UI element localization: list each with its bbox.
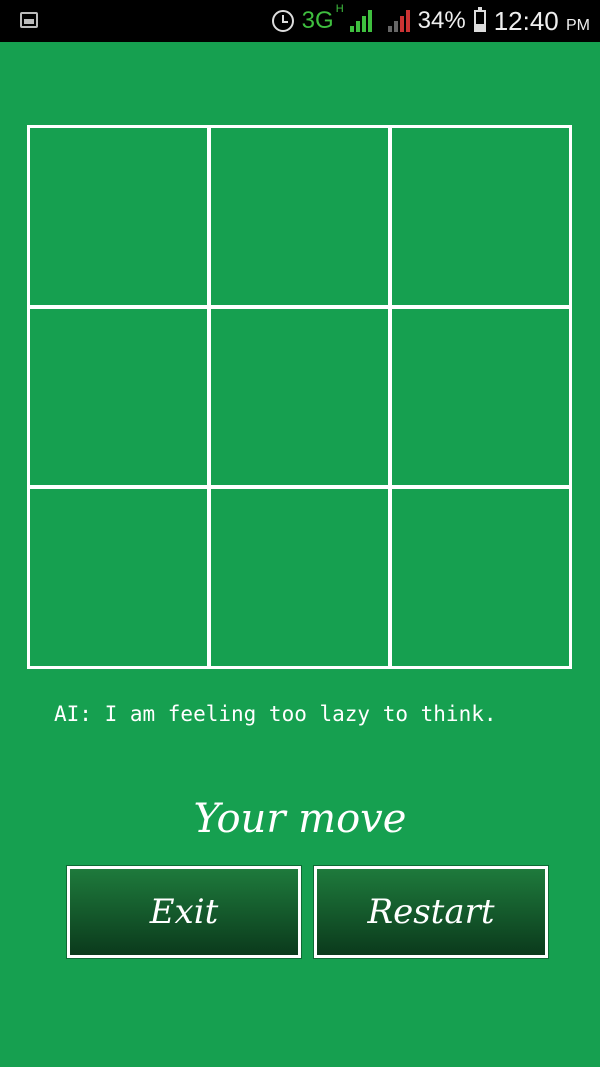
ai-message: AI: I am feeling too lazy to think. [54,702,497,726]
signal-icon-secondary [387,10,410,32]
battery-icon [473,7,486,32]
game-board [27,125,572,669]
board-cell-9[interactable] [392,489,569,666]
signal-icon [349,10,372,32]
board-cell-8[interactable] [211,489,388,666]
alarm-icon [271,10,294,32]
battery-percent: 34% [417,7,466,34]
board-cell-6[interactable] [392,308,569,486]
board-cell-2[interactable] [211,128,388,305]
board-cell-5[interactable] [211,308,388,486]
status-bar: 3G H 34% 12:40 PM [0,0,600,42]
board-cell-4[interactable] [30,308,207,486]
restart-button[interactable]: Restart [314,866,548,958]
turn-indicator: Your move [193,796,407,842]
board-cell-3[interactable] [392,128,569,305]
image-notification-icon [20,12,38,28]
board-cell-1[interactable] [30,128,207,305]
network-sub: H [335,3,344,15]
status-icons: 3G H 34% 12:40 PM [271,0,590,42]
board-cell-7[interactable] [30,489,207,666]
battery-fill [475,23,484,30]
network-type: 3G H [301,3,344,34]
exit-button[interactable]: Exit [67,866,301,958]
clock: 12:40 PM [493,5,590,36]
